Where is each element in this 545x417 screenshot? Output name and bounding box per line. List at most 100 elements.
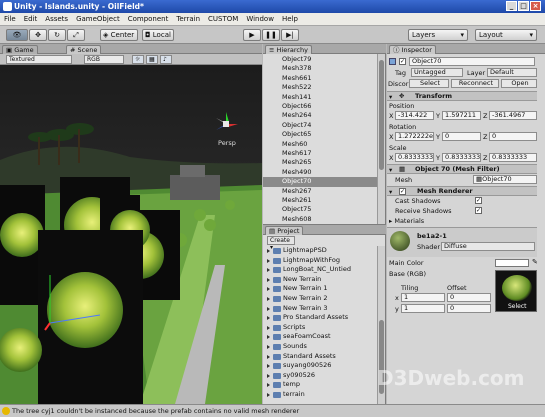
hierarchy-item[interactable]: Object66 [263,102,377,111]
project-item[interactable]: New Terrain 3 [263,304,377,314]
close-button[interactable]: × [530,1,541,11]
project-item[interactable]: Scripts [263,323,377,333]
hierarchy-item[interactable]: Mesh265 [263,158,377,167]
hierarchy-item[interactable]: Object74 [263,121,377,130]
rotate-tool-button[interactable]: ↻ [48,29,66,41]
mesh-renderer-header[interactable]: ▾ ✓ Mesh Renderer [387,186,537,196]
hierarchy-item[interactable]: Mesh264 [263,111,377,120]
rot-y-field[interactable]: 0 [442,132,481,141]
hierarchy-item[interactable]: Object65 [263,130,377,139]
hierarchy-item[interactable]: Mesh60 [263,140,377,149]
hierarchy-scrollbar[interactable] [377,54,385,224]
render-mode-dropdown[interactable]: Textured [6,55,72,64]
active-checkbox[interactable]: ✓ [399,58,406,65]
tab-inspector[interactable]: ⓘ Inspector [389,45,436,54]
maximize-button[interactable]: □ [518,1,529,11]
tab-project[interactable]: ▤ Project [265,226,304,235]
scrollbar-thumb[interactable] [379,60,384,170]
menu-custom[interactable]: CUSTOM [204,13,242,26]
hierarchy-item[interactable]: Object79 [263,55,377,64]
project-item[interactable]: terrain [263,390,377,400]
project-item[interactable]: temp [263,380,377,390]
menu-assets[interactable]: Assets [41,13,72,26]
project-item[interactable]: sy090526 [263,371,377,381]
hierarchy-item[interactable]: Mesh608 [263,215,377,224]
receive-shadows-checkbox[interactable]: ✓ [475,207,482,214]
project-item[interactable]: New Terrain 2 [263,294,377,304]
project-item[interactable]: Pro Standard Assets [263,313,377,323]
tag-dropdown[interactable]: Untagged [411,68,463,77]
scene-lighting-toggle[interactable]: ☼ [132,55,144,64]
view-tool-button[interactable]: 👁 [6,29,28,41]
foldout-arrow-icon[interactable] [267,306,270,311]
scale-x-field[interactable]: 0.8333333 [395,153,434,162]
step-button[interactable]: ▶| [281,29,299,41]
menu-edit[interactable]: Edit [20,13,42,26]
texture-slot[interactable]: Select [495,270,537,312]
hierarchy-item[interactable]: Mesh522 [263,83,377,92]
rot-z-field[interactable]: 0 [489,132,537,141]
menu-help[interactable]: Help [278,13,302,26]
hierarchy-item[interactable]: Mesh490 [263,168,377,177]
hierarchy-item[interactable]: Object70 [263,177,377,187]
pos-x-field[interactable]: -314.422 [395,111,434,120]
prefab-select-button[interactable]: Select [409,79,449,88]
project-item[interactable]: Standard Assets [263,352,377,362]
tab-scene[interactable]: # Scene [66,45,102,54]
offset-y-field[interactable]: 0 [447,304,491,313]
object-name-field[interactable]: Object70 [409,57,535,66]
hierarchy-item[interactable]: Mesh141 [263,93,377,102]
pause-button[interactable]: ❚❚ [262,29,280,41]
layout-dropdown[interactable]: Layout ▾ [475,29,537,41]
foldout-arrow-icon[interactable] [267,297,270,301]
project-item[interactable]: New Terrain [263,275,377,285]
pos-y-field[interactable]: 1.597211 [442,111,481,120]
scale-z-field[interactable]: 0.8333333 [489,153,537,162]
mesh-field[interactable]: ▦Object70 [473,175,537,184]
tab-hierarchy[interactable]: ≡ Hierarchy [265,45,312,54]
foldout-arrow-icon[interactable] [267,316,270,321]
color-mode-dropdown[interactable]: RGB [84,55,124,64]
tab-game[interactable]: ▣ Game [2,45,38,54]
foldout-arrow-icon[interactable] [267,364,270,369]
project-item[interactable]: LightmapWithFog [263,256,377,266]
materials-foldout[interactable]: ▸ Materials [389,217,424,225]
minimize-button[interactable]: _ [506,1,517,11]
space-toggle-button[interactable]: ◘ Local [142,29,174,41]
create-dropdown[interactable]: Create ▾ [267,236,295,251]
foldout-arrow-icon[interactable] [267,287,270,292]
project-item[interactable]: seaFoamCoast [263,332,377,342]
hierarchy-item[interactable]: Mesh261 [263,196,377,205]
rot-x-field[interactable]: 1.272222e- [395,132,434,141]
menu-window[interactable]: Window [242,13,278,26]
prefab-reconnect-button[interactable]: Reconnect [451,79,499,88]
transform-header[interactable]: ▾ ✥ Transform [387,91,537,101]
foldout-arrow-icon[interactable] [267,393,270,397]
foldout-arrow-icon[interactable] [267,335,270,340]
tiling-x-field[interactable]: 1 [401,293,445,302]
foldout-arrow-icon[interactable] [267,258,270,263]
prefab-open-button[interactable]: Open [501,79,537,88]
foldout-arrow-icon[interactable] [267,345,270,349]
status-bar[interactable]: The tree cyj1 couldn't be instanced beca… [0,404,545,417]
layer-dropdown[interactable]: Default [487,68,537,77]
hierarchy-item[interactable]: Mesh267 [263,187,377,196]
scene-orientation-gizmo[interactable] [212,110,240,138]
project-item[interactable]: Sounds [263,342,377,352]
layers-dropdown[interactable]: Layers ▾ [408,29,468,41]
project-item[interactable]: LightmapPSD [263,246,377,256]
main-color-swatch[interactable] [495,259,529,267]
foldout-arrow-icon[interactable] [267,277,270,282]
hierarchy-item[interactable]: Mesh661 [263,74,377,83]
play-button[interactable]: ▶ [243,29,261,41]
mesh-renderer-enabled-checkbox[interactable]: ✓ [399,188,406,195]
pos-z-field[interactable]: -361.4967 [489,111,537,120]
hierarchy-item[interactable]: Mesh378 [263,64,377,73]
pivot-toggle-button[interactable]: ◈ Center [100,29,138,41]
foldout-arrow-icon[interactable] [267,325,270,330]
project-item[interactable]: New Terrain 1 [263,284,377,294]
offset-x-field[interactable]: 0 [447,293,491,302]
scale-y-field[interactable]: 0.8333333 [442,153,481,162]
move-tool-button[interactable]: ✥ [29,29,47,41]
foldout-arrow-icon[interactable] [267,268,270,273]
